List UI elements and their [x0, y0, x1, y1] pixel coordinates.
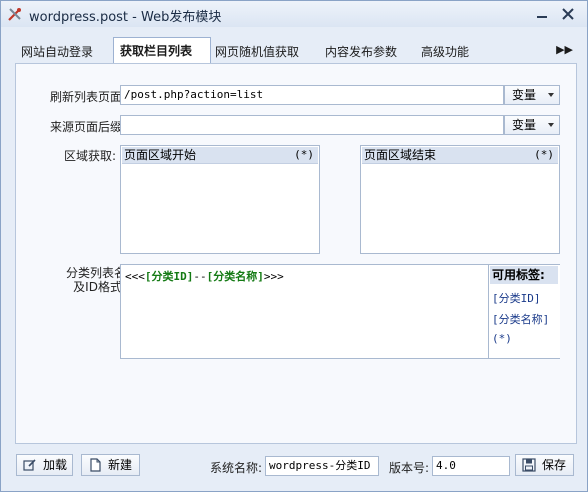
- load-button[interactable]: 加载: [16, 454, 73, 476]
- new-document-icon: [90, 458, 101, 472]
- tag-category-id[interactable]: [分类ID]: [492, 290, 541, 306]
- system-name-label: 系统名称:: [209, 461, 262, 475]
- format-name-token: [分类名称]: [206, 270, 264, 283]
- save-button-label: 保存: [542, 458, 567, 472]
- load-button-label: 加载: [43, 458, 68, 472]
- tag-wildcard[interactable]: (*): [492, 332, 512, 345]
- save-button[interactable]: 保存: [515, 454, 574, 476]
- tab-random-value[interactable]: 网页随机值获取: [209, 40, 305, 64]
- tab-strip: 网站自动登录 获取栏目列表 网页随机值获取 内容发布参数 高级功能 ▶▶: [13, 37, 577, 65]
- refresh-variable-label: 变量: [512, 88, 537, 102]
- tab-category-list[interactable]: 获取栏目列表: [113, 37, 211, 65]
- title-bar: wordpress.post - Web发布模块: [1, 1, 587, 27]
- version-label: 版本号:: [388, 461, 429, 475]
- minimize-icon[interactable]: [533, 6, 551, 22]
- close-icon[interactable]: [559, 6, 577, 22]
- region-start-box[interactable]: 页面区域开始 (*): [120, 145, 320, 254]
- refresh-variable-dropdown[interactable]: 变量: [504, 85, 560, 105]
- refresh-page-label: 刷新列表页面:: [49, 90, 126, 104]
- format-label-line2: 及ID格式:: [73, 280, 126, 294]
- new-button-label: 新建: [108, 458, 133, 472]
- suffix-variable-dropdown[interactable]: 变量: [504, 115, 560, 135]
- format-suffix: >>>: [263, 270, 284, 283]
- category-list-panel: 刷新列表页面: /post.php?action=list 变量 来源页面后缀:…: [15, 63, 577, 444]
- window-title: wordpress.post - Web发布模块: [29, 10, 222, 25]
- tab-site-login[interactable]: 网站自动登录: [15, 40, 99, 64]
- format-id-token: [分类ID]: [144, 270, 194, 283]
- tab-advanced[interactable]: 高级功能: [415, 40, 475, 64]
- edit-icon: [23, 459, 36, 471]
- chevron-down-icon: [548, 123, 554, 127]
- system-name-input[interactable]: wordpress-分类ID: [265, 456, 379, 476]
- tab-publish-params[interactable]: 内容发布参数: [319, 40, 403, 64]
- tag-category-name[interactable]: [分类名称]: [492, 311, 549, 327]
- region-end-title: 页面区域结束: [364, 148, 437, 162]
- region-start-wildcard[interactable]: (*): [294, 147, 314, 163]
- source-suffix-label: 来源页面后缀:: [49, 120, 126, 134]
- available-tags-list: 可用标签: [分类ID] [分类名称] (*): [488, 265, 560, 358]
- tab-scroll-right-icon[interactable]: ▶▶: [556, 43, 573, 56]
- format-prefix: <<<: [125, 270, 145, 283]
- source-suffix-input[interactable]: [120, 115, 504, 135]
- available-tags-title: 可用标签:: [490, 266, 558, 284]
- format-text[interactable]: <<<[分类ID]--[分类名称]>>>: [125, 268, 284, 284]
- format-separator: --: [193, 270, 207, 283]
- format-editor[interactable]: <<<[分类ID]--[分类名称]>>> 可用标签: [分类ID] [分类名称]…: [120, 264, 560, 359]
- region-end-box[interactable]: 页面区域结束 (*): [360, 145, 560, 254]
- region-end-wildcard[interactable]: (*): [534, 147, 554, 163]
- version-input[interactable]: 4.0: [432, 456, 510, 476]
- save-icon: [522, 458, 536, 472]
- suffix-variable-label: 变量: [512, 118, 537, 132]
- refresh-page-input[interactable]: /post.php?action=list: [120, 85, 504, 105]
- app-icon: [8, 8, 21, 21]
- region-start-title: 页面区域开始: [124, 148, 197, 162]
- region-start-header: 页面区域开始 (*): [122, 147, 318, 164]
- app-window: wordpress.post - Web发布模块 网站自动登录 获取栏目列表 网…: [0, 0, 588, 492]
- region-end-header: 页面区域结束 (*): [362, 147, 558, 164]
- region-label: 区域获取:: [63, 149, 116, 163]
- chevron-down-icon: [548, 93, 554, 97]
- new-button[interactable]: 新建: [81, 454, 140, 476]
